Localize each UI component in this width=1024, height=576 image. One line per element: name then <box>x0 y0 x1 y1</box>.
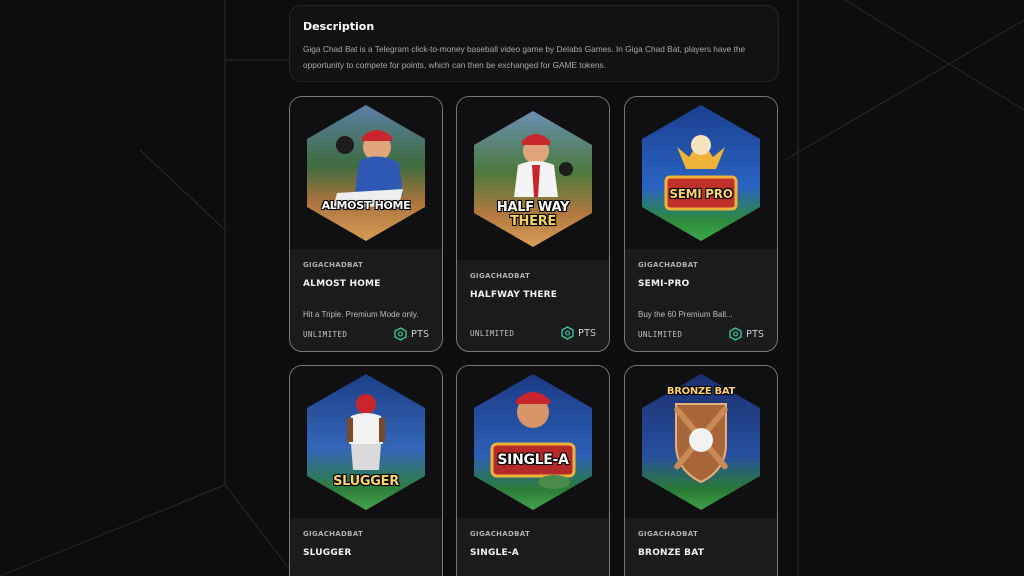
card-collection: GIGACHADBAT <box>470 530 531 538</box>
badge-label-line2: THERE <box>509 213 557 229</box>
card-collection: GIGACHADBAT <box>303 261 364 269</box>
card-title: ALMOST HOME <box>303 279 381 289</box>
badge-label: ALMOST HOME <box>321 199 411 212</box>
description-title: Description <box>303 20 375 33</box>
card-price: PTS <box>561 326 596 340</box>
card-price: PTS <box>729 327 764 341</box>
card-title: SLUGGER <box>303 548 352 558</box>
batter-back-icon: SLUGGER <box>307 374 425 510</box>
nft-card-almost-home[interactable]: ALMOST HOME GIGACHADBAT ALMOST HOME Hit … <box>289 96 443 352</box>
player-portrait-icon: SINGLE-A <box>474 374 592 510</box>
card-description: Buy the 60 Premium Ball... <box>638 310 733 319</box>
card-image: HALF WAY THERE <box>457 97 609 260</box>
card-title: SEMI-PRO <box>638 279 690 289</box>
price-unit: PTS <box>577 327 596 339</box>
card-title: SINGLE-A <box>470 548 519 558</box>
badge-label: BRONZE BAT <box>666 386 736 397</box>
badge-label-line1: HALF WAY <box>496 199 570 215</box>
card-supply: UNLIMITED <box>470 328 515 338</box>
card-image: BRONZE BAT <box>625 366 777 518</box>
player-sliding-icon: ALMOST HOME <box>307 105 425 241</box>
badge-label: SEMI PRO <box>669 187 733 201</box>
card-image: SEMI PRO <box>625 97 777 249</box>
pts-icon <box>394 327 407 341</box>
player-running-icon: HALF WAY THERE <box>474 110 592 247</box>
badge-label: SINGLE-A <box>497 452 569 468</box>
card-supply: UNLIMITED <box>303 329 348 339</box>
pts-icon <box>729 327 742 341</box>
description-text: Giga Chad Bat is a Telegram click-to-mon… <box>303 44 746 70</box>
price-unit: PTS <box>410 328 429 340</box>
nft-card-slugger[interactable]: SLUGGER GIGACHADBAT SLUGGER <box>289 365 443 576</box>
nft-card-bronze-bat[interactable]: BRONZE BAT GIGACHADBAT BRONZE BAT <box>624 365 778 576</box>
card-collection: GIGACHADBAT <box>638 261 699 269</box>
card-title: HALFWAY THERE <box>470 290 558 300</box>
card-title: BRONZE BAT <box>638 548 705 558</box>
pts-icon <box>561 326 574 340</box>
price-unit: PTS <box>745 328 764 340</box>
card-collection: GIGACHADBAT <box>303 530 364 538</box>
card-price: PTS <box>394 327 429 341</box>
description-panel: Description Giga Chad Bat is a Telegram … <box>289 5 779 82</box>
baseball-trophy-icon: SEMI PRO <box>642 105 760 241</box>
card-image: SINGLE-A <box>457 366 609 518</box>
card-description: Hit a Triple. Premium Mode only. <box>303 310 419 319</box>
card-collection: GIGACHADBAT <box>470 272 531 280</box>
card-supply: UNLIMITED <box>638 329 683 339</box>
crossed-bats-icon: BRONZE BAT <box>642 374 760 510</box>
nft-card-halfway-there[interactable]: HALF WAY THERE GIGACHADBAT HALFWAY THERE… <box>456 96 610 352</box>
card-image: SLUGGER <box>290 366 442 518</box>
nft-card-single-a[interactable]: SINGLE-A GIGACHADBAT SINGLE-A <box>456 365 610 576</box>
card-image: ALMOST HOME <box>290 97 442 249</box>
card-collection: GIGACHADBAT <box>638 530 699 538</box>
badge-label: SLUGGER <box>333 474 399 489</box>
nft-card-semi-pro[interactable]: SEMI PRO GIGACHADBAT SEMI-PRO Buy the 60… <box>624 96 778 352</box>
